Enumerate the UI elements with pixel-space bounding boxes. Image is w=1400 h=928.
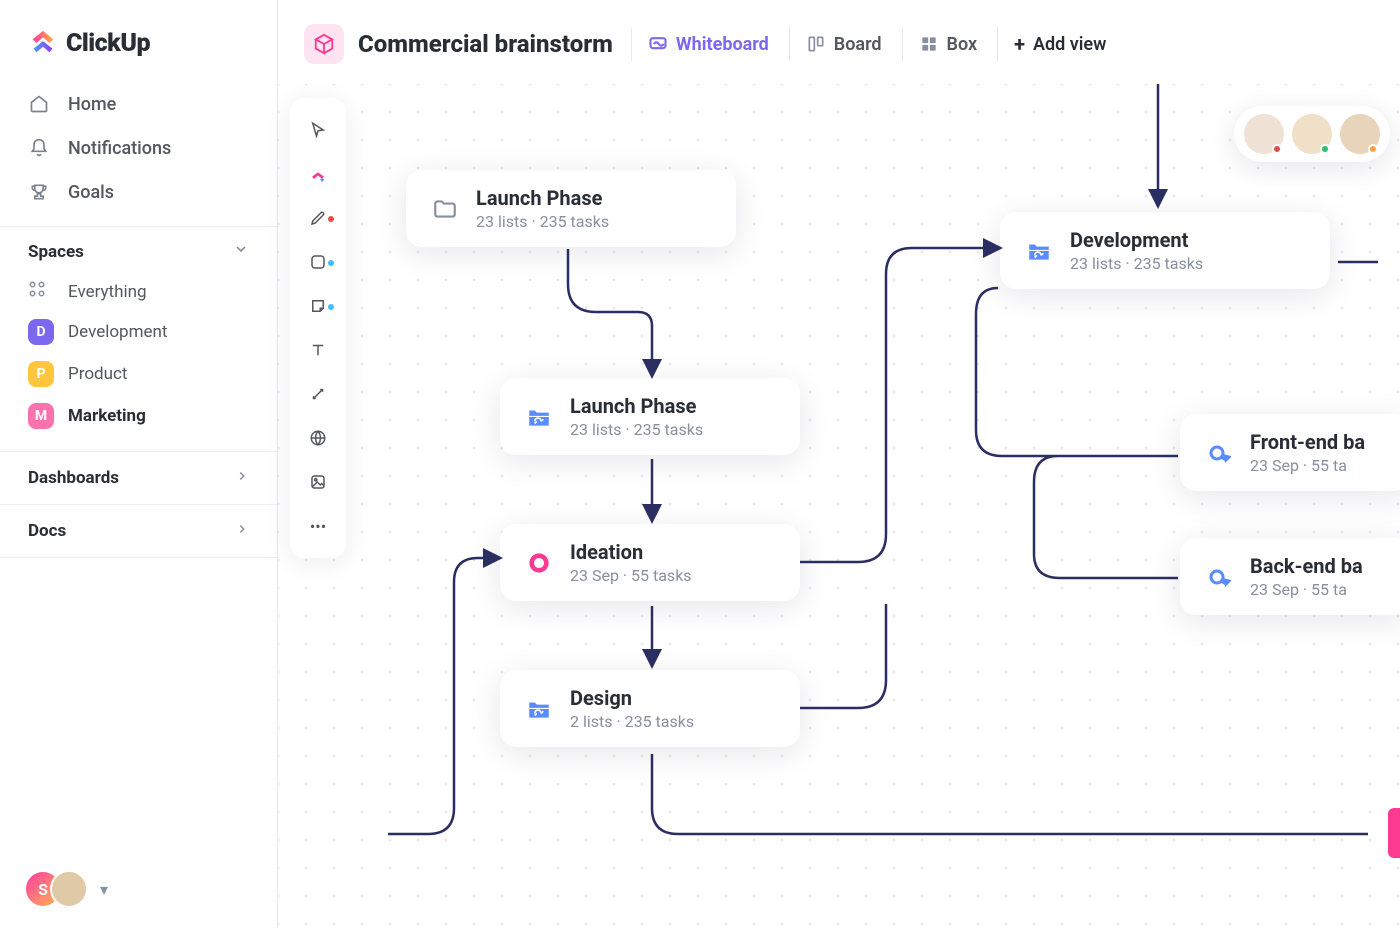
user-switcher[interactable]: S ▾ xyxy=(0,850,277,928)
connectors xyxy=(278,84,1400,928)
space-product[interactable]: P Product xyxy=(22,353,255,395)
nav-goals[interactable]: Goals xyxy=(14,170,263,214)
caret-down-icon: ▾ xyxy=(100,880,108,899)
avatar-stack: S xyxy=(24,870,88,908)
home-icon xyxy=(28,93,50,115)
nav-list: Home Notifications Goals xyxy=(0,78,277,226)
tab-label: Board xyxy=(834,34,882,55)
space-badge: D xyxy=(28,319,54,345)
tool-pen[interactable] xyxy=(298,198,338,238)
space-list: Everything D Development P Product M Mar… xyxy=(0,272,277,451)
bell-icon xyxy=(28,137,50,159)
space-label: Product xyxy=(68,364,127,384)
tool-more[interactable]: ••• xyxy=(298,506,338,546)
tab-label: Box xyxy=(947,34,978,55)
whiteboard-toolbar: ••• xyxy=(290,98,346,558)
docs-link[interactable]: Docs xyxy=(0,504,277,558)
tab-board[interactable]: Board xyxy=(789,28,898,61)
nav-label: Goals xyxy=(68,182,114,203)
space-badge: P xyxy=(28,361,54,387)
tool-text[interactable] xyxy=(298,330,338,370)
tool-cursor[interactable] xyxy=(298,110,338,150)
board-icon xyxy=(806,34,826,54)
chevron-right-icon xyxy=(235,468,249,488)
sidebar: ClickUp Home Notifications Goals Spaces … xyxy=(0,0,278,928)
brand-name: ClickUp xyxy=(66,29,150,58)
space-label: Marketing xyxy=(68,406,146,426)
tab-label: Whiteboard xyxy=(676,34,769,55)
tool-shape[interactable] xyxy=(298,242,338,282)
presence-avatars[interactable] xyxy=(1234,106,1390,162)
spaces-header-label: Spaces xyxy=(28,242,84,262)
tool-image[interactable] xyxy=(298,462,338,502)
spaces-header[interactable]: Spaces xyxy=(0,226,277,272)
dashboards-label: Dashboards xyxy=(28,468,119,488)
grid-icon xyxy=(28,280,54,303)
avatar xyxy=(50,870,88,908)
space-badge: M xyxy=(28,403,54,429)
chevron-right-icon xyxy=(235,521,249,541)
nav-label: Home xyxy=(68,94,116,115)
clickup-logo-icon xyxy=(28,28,58,58)
cube-icon xyxy=(313,33,335,55)
box-icon xyxy=(919,34,939,54)
nav-home[interactable]: Home xyxy=(14,82,263,126)
view-header: Commercial brainstorm Whiteboard Board B… xyxy=(278,0,1400,84)
space-everything[interactable]: Everything xyxy=(22,272,255,311)
tool-web[interactable] xyxy=(298,418,338,458)
space-marketing[interactable]: M Marketing xyxy=(22,395,255,437)
avatar xyxy=(1340,114,1380,154)
brand-logo[interactable]: ClickUp xyxy=(0,0,277,78)
docs-label: Docs xyxy=(28,521,66,541)
page-icon[interactable] xyxy=(304,24,344,64)
add-view-button[interactable]: + Add view xyxy=(997,26,1122,62)
space-development[interactable]: D Development xyxy=(22,311,255,353)
tool-clickup-item[interactable] xyxy=(298,154,338,194)
tool-sticky[interactable] xyxy=(298,286,338,326)
tab-box[interactable]: Box xyxy=(902,28,994,61)
whiteboard-canvas[interactable]: ••• xyxy=(278,84,1400,928)
tab-whiteboard[interactable]: Whiteboard xyxy=(631,28,785,61)
avatar xyxy=(1244,114,1284,154)
nav-label: Notifications xyxy=(68,138,171,159)
whiteboard-icon xyxy=(648,34,668,54)
space-label: Development xyxy=(68,322,167,342)
main-area: Commercial brainstorm Whiteboard Board B… xyxy=(278,0,1400,928)
page-title: Commercial brainstorm xyxy=(358,30,613,58)
add-view-label: Add view xyxy=(1033,34,1106,55)
nav-notifications[interactable]: Notifications xyxy=(14,126,263,170)
space-label: Everything xyxy=(68,282,147,302)
plus-icon: + xyxy=(1014,32,1025,56)
avatar xyxy=(1292,114,1332,154)
dashboards-link[interactable]: Dashboards xyxy=(0,451,277,504)
chevron-down-icon xyxy=(233,241,249,262)
trophy-icon xyxy=(28,181,50,203)
tool-connector[interactable] xyxy=(298,374,338,414)
